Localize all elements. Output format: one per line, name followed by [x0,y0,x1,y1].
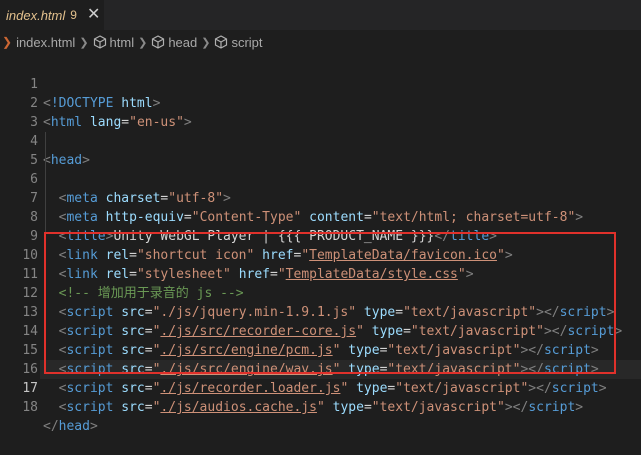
code-line: 9 <link rel="stylesheet" href="TemplateD… [0,208,641,282]
chevron-right-icon: ❯ [138,36,148,49]
code-line: 2 <html lang="en-us"> [0,75,641,130]
tab-title: index.html [6,7,66,23]
code-line: 7 <title>Unity WebGL Player | {{{ PRODUC… [0,170,641,244]
tab-bar: index.html 9 ✕ [0,0,641,30]
breadcrumb-head-label: head [168,34,198,50]
problem-count-badge: 9 [70,8,77,22]
code-line: 6 <meta http-equiv="Content-Type" conten… [0,151,641,225]
element-icon [93,35,106,49]
breadcrumb-html[interactable]: html [93,34,135,50]
tab-index-html[interactable]: index.html 9 ✕ [0,0,104,30]
breadcrumb-script[interactable]: script [214,34,263,50]
breadcrumb-html-label: html [109,34,135,50]
element-icon [152,35,165,49]
breadcrumb-file[interactable]: index.html [16,35,75,50]
code-line: 1 <!DOCTYPE html> [0,56,641,111]
code-line: 5 <meta charset="utf-8"> [0,132,641,206]
code-line: 3 [0,94,641,130]
element-icon [215,35,228,49]
chevron-right-icon: ❯ [79,36,89,49]
code-line: 4 <head> [0,113,641,168]
script-link[interactable]: ./js/audios.cache.js [160,400,317,415]
breadcrumb-head[interactable]: head [151,35,197,50]
code-line: 18 </head> [0,379,641,434]
chevron-right-icon: ❯ [201,36,211,49]
code-line: 8 <link rel="shortcut icon" href="Templa… [0,189,641,263]
red-highlight-box [44,232,616,374]
chevron-right-icon: ❯ [2,35,13,49]
breadcrumb-script-label: script [231,34,263,50]
breadcrumb-file-label: index.html [16,34,76,50]
breadcrumb: ❯ index.html ❯ html ❯ head ❯ script [0,30,641,54]
code-editor[interactable]: 1 <!DOCTYPE html> 2 <html lang="en-us"> … [0,54,641,434]
close-icon[interactable]: ✕ [87,7,100,23]
